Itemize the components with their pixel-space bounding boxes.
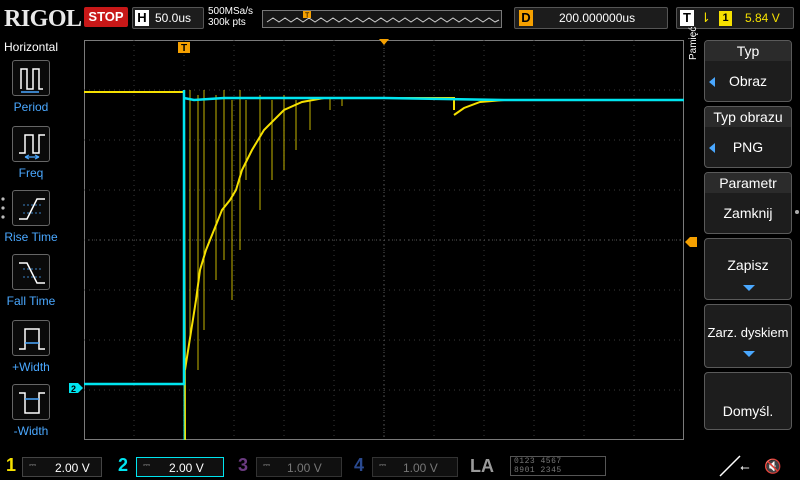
triangle-down-icon [743,285,755,291]
measure-fall-time-label: Fall Time [6,294,56,308]
frequency-icon [12,126,50,162]
period-icon [12,60,50,96]
menu-default-label: Domyśl. [722,403,774,419]
menu-image-type-value: PNG [732,139,764,155]
channel-3-box: ⎓ 1.00 V [256,457,342,477]
falling-edge-icon: ⇂ [700,10,711,25]
measure-panel: Horizontal Period Freq Rise Time Fall Ti… [0,36,62,452]
measure-rise-time[interactable]: Rise Time [0,188,62,252]
channel-2-number: 2 [118,455,129,475]
menu-image-type-value-row: PNG [705,139,791,155]
dc-coupling-icon: ⎓ [143,460,151,470]
menu-save-button[interactable]: Zapisz [704,238,792,300]
channel-2-scale: 2.00 V [169,461,204,475]
waveform-grid [84,40,684,441]
channel-1-glitch-spikes [189,90,343,370]
dc-coupling-icon: ⎓ [379,460,387,470]
channel-1-scale: 2.00 V [55,461,90,475]
trigger-source: 1 [719,11,732,26]
menu-disk-manager-button[interactable]: Zarz. dyskiem [704,304,792,368]
menu-type-header: Typ [705,41,791,61]
triangle-left-icon [709,77,715,87]
acquisition-info: 500MSa/s 300k pts [208,6,253,28]
measure-frequency-label: Freq [18,166,44,180]
menu-save-label: Zapisz [727,257,769,273]
channel-2-status[interactable]: 2 ⎓ 2.00 V [114,455,230,479]
delay-box[interactable]: D 200.000000us [514,7,668,29]
trigger-marker-text: T [181,43,187,54]
horizontal-scale-box[interactable]: H 50.0us [132,7,204,29]
ch2-offset-marker: 2 [69,383,83,394]
menu-type-value: Obraz [728,73,768,89]
menu-image-type-button[interactable]: Typ obrazu PNG [704,106,792,168]
measure-positive-width[interactable]: +Width [0,318,62,382]
menu-default-button[interactable]: Domyśl. [704,372,792,430]
memory-menu-side-label: Pamięć [688,26,699,60]
channel-status-bar: 1 ⎓ 2.00 V 2 ⎓ 2.00 V 3 ⎓ 1.00 V 4 ⎓ 1.0… [0,452,800,480]
measure-rise-time-label: Rise Time [4,230,58,244]
channel-1-status[interactable]: 1 ⎓ 2.00 V [4,455,104,479]
negative-width-icon [12,384,50,420]
measure-positive-width-label: +Width [12,360,50,374]
memory-depth: 300k pts [208,17,246,28]
channel-4-number: 4 [354,455,365,475]
fall-time-icon [12,254,50,290]
delay-value: 200.000000us [559,11,636,25]
delay-key: D [519,10,533,26]
la-row-2: 8901 2345 [514,466,562,475]
logic-analyzer-channels[interactable]: 0123 4567 8901 2345 [510,456,606,476]
measure-period-label: Period [13,100,49,114]
menu-type-button[interactable]: Typ Obraz [704,40,792,102]
memory-waveform-preview: T [266,11,500,23]
delay-center-marker [379,39,389,45]
channel-1-number: 1 [6,455,17,475]
trigger-level: 5.84 V [745,11,780,25]
memory-overview-bar[interactable]: T [262,10,502,28]
measure-negative-width-label: -Width [13,424,49,438]
measure-panel-title: Horizontal [3,40,59,54]
top-status-bar: RIGOL STOP H 50.0us 500MSa/s 300k pts T … [0,0,800,36]
measure-fall-time[interactable]: Fall Time [0,252,62,316]
trigger-level-marker [685,237,697,247]
measure-frequency[interactable]: Freq [0,124,62,188]
positive-width-icon [12,320,50,356]
measure-period[interactable]: Period [0,58,62,122]
dc-coupling-icon: ⎓ [263,460,271,470]
menu-type-value-row: Obraz [705,73,791,89]
horizontal-scale-value: 50.0us [155,11,192,25]
menu-parameter-button[interactable]: Parametr Zamknij [704,172,792,234]
rise-time-icon [12,190,50,226]
menu-disk-manager-label: Zarz. dyskiem [707,325,789,340]
horizontal-key: H [135,10,149,26]
trigger-key: T [680,10,694,26]
svg-text:T: T [305,13,310,20]
channel-4-box: ⎓ 1.00 V [372,457,458,477]
waveform-display[interactable] [84,40,684,441]
ch2-marker-text: 2 [71,384,76,394]
triangle-down-icon [743,351,755,357]
brand-logo: RIGOL [4,6,82,32]
menu-parameter-header: Parametr [705,173,791,193]
la-row-1: 0123 4567 [514,457,562,466]
speaker-muted-icon[interactable]: 🔇 [764,458,781,475]
logic-analyzer-label[interactable]: LA [470,456,494,477]
measure-negative-width[interactable]: -Width [0,382,62,446]
dc-coupling-icon: ⎓ [29,460,37,470]
triangle-left-icon [709,143,715,153]
menu-page-indicator [795,210,799,214]
trigger-position-marker: T [178,42,190,54]
channel-3-scale: 1.00 V [287,461,322,475]
channel-4-scale: 1.00 V [403,461,438,475]
menu-parameter-value: Zamknij [723,205,773,221]
menu-image-type-header: Typ obrazu [705,107,791,127]
channel-4-status[interactable]: 4 ⎓ 1.00 V [350,455,462,479]
channel-2-box: ⎓ 2.00 V [136,457,224,477]
channel-3-status[interactable]: 3 ⎓ 1.00 V [234,455,346,479]
channel-3-number: 3 [238,455,249,475]
usb-icon: ⭠ [740,460,750,474]
run-stop-status[interactable]: STOP [84,7,128,27]
channel-1-box: ⎓ 2.00 V [22,457,102,477]
sample-rate: 500MSa/s [208,6,254,17]
